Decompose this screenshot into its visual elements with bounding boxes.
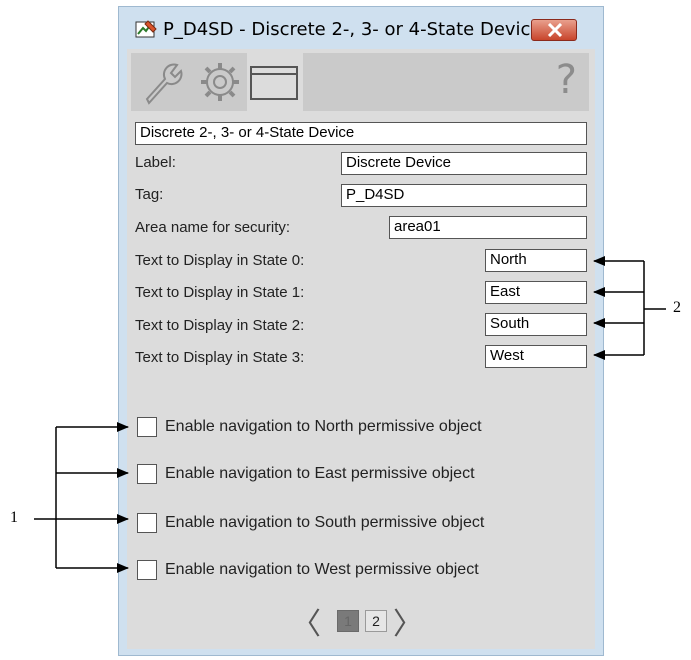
callout-2-label: 2 — [673, 299, 681, 316]
callout-lines — [34, 256, 666, 573]
callout-1-label: 1 — [10, 509, 18, 526]
